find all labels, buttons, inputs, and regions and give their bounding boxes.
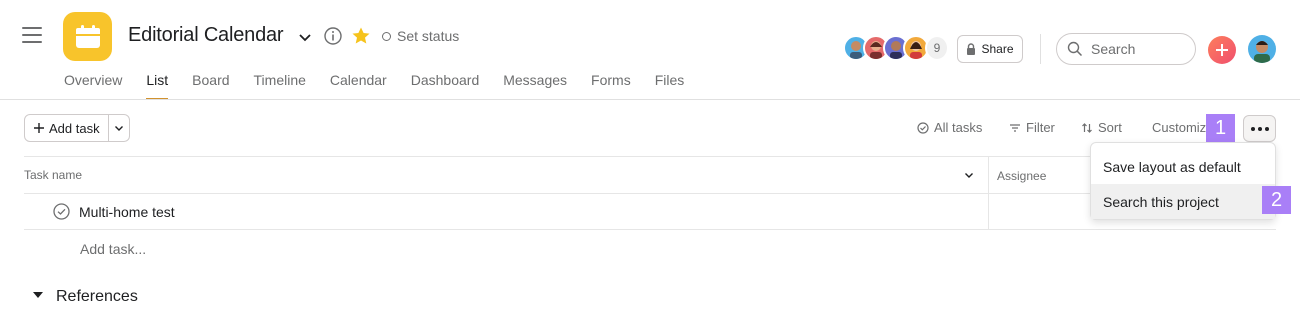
tab-timeline[interactable]: Timeline (254, 72, 306, 100)
search-icon (1067, 41, 1083, 57)
complete-task-checkbox-icon[interactable] (53, 203, 70, 220)
customize-label: Customize (1152, 120, 1211, 135)
table-divider (24, 156, 1276, 157)
more-options-menu: Save layout as default Search this proje… (1090, 142, 1276, 220)
more-options-button[interactable] (1243, 115, 1276, 142)
annotation-badge-2: 2 (1262, 186, 1291, 214)
tab-calendar[interactable]: Calendar (330, 72, 387, 100)
add-task-button[interactable]: Add task (25, 115, 109, 141)
project-members[interactable]: 9 (843, 35, 949, 61)
caret-down-icon[interactable] (33, 292, 43, 298)
tab-dashboard[interactable]: Dashboard (411, 72, 480, 100)
tab-list[interactable]: List (146, 72, 168, 100)
status-dot-icon (382, 31, 391, 41)
task-name[interactable]: Multi-home test (79, 204, 175, 220)
menu-item-search-project[interactable]: Search this project (1091, 184, 1275, 219)
all-tasks-label: All tasks (934, 120, 983, 135)
divider (1040, 34, 1041, 64)
search-input[interactable] (1091, 41, 1181, 57)
plus-icon (1216, 44, 1228, 56)
project-tabs: Overview List Board Timeline Calendar Da… (64, 72, 708, 100)
lock-icon (967, 43, 976, 55)
plus-icon (34, 123, 44, 133)
set-status-button[interactable]: Set status (382, 28, 459, 44)
sort-button[interactable]: Sort (1081, 120, 1122, 135)
add-task-label: Add task (49, 120, 100, 136)
section-title[interactable]: References (56, 288, 138, 306)
header-divider (0, 99, 1300, 100)
hamburger-menu-icon[interactable] (22, 27, 42, 45)
add-task-group: Add task (24, 114, 130, 142)
set-status-label: Set status (397, 28, 460, 44)
chevron-down-icon[interactable] (296, 28, 314, 46)
search-field[interactable] (1056, 33, 1196, 65)
check-circle-icon (917, 121, 929, 134)
filter-icon (1010, 123, 1020, 132)
tab-messages[interactable]: Messages (503, 72, 567, 100)
row-divider (24, 193, 1276, 194)
share-label: Share (981, 42, 1014, 56)
add-task-inline-link[interactable]: Add task... (80, 241, 146, 257)
star-icon[interactable] (351, 26, 371, 46)
sort-label: Sort (1098, 120, 1122, 135)
dot-icon (1257, 126, 1262, 131)
share-button[interactable]: Share (957, 35, 1023, 63)
chevron-down-icon[interactable] (963, 169, 975, 181)
add-task-dropdown-button[interactable] (109, 115, 129, 141)
annotation-badge-1: 1 (1206, 114, 1235, 142)
all-tasks-filter[interactable]: All tasks (917, 120, 982, 135)
menu-item-save-layout[interactable]: Save layout as default (1091, 149, 1275, 184)
chevron-down-icon (114, 126, 123, 131)
column-header-assignee[interactable]: Assignee (997, 169, 1046, 183)
filter-label: Filter (1026, 120, 1055, 135)
tab-files[interactable]: Files (655, 72, 685, 100)
dot-icon (1264, 126, 1269, 131)
tab-forms[interactable]: Forms (591, 72, 631, 100)
calendar-icon (63, 12, 112, 61)
tab-board[interactable]: Board (192, 72, 229, 100)
user-avatar[interactable] (1248, 35, 1276, 63)
row-divider (24, 229, 1276, 230)
sort-icon (1082, 122, 1092, 133)
filter-button[interactable]: Filter (1009, 120, 1055, 135)
dot-icon (1250, 126, 1255, 131)
tab-overview[interactable]: Overview (64, 72, 122, 100)
customize-button[interactable]: Customize (1147, 120, 1211, 135)
member-count[interactable]: 9 (925, 35, 949, 61)
project-title: Editorial Calendar (128, 24, 284, 46)
info-icon[interactable] (323, 26, 343, 46)
column-header-task-name[interactable]: Task name (24, 168, 82, 182)
create-plus-button[interactable] (1208, 36, 1236, 64)
